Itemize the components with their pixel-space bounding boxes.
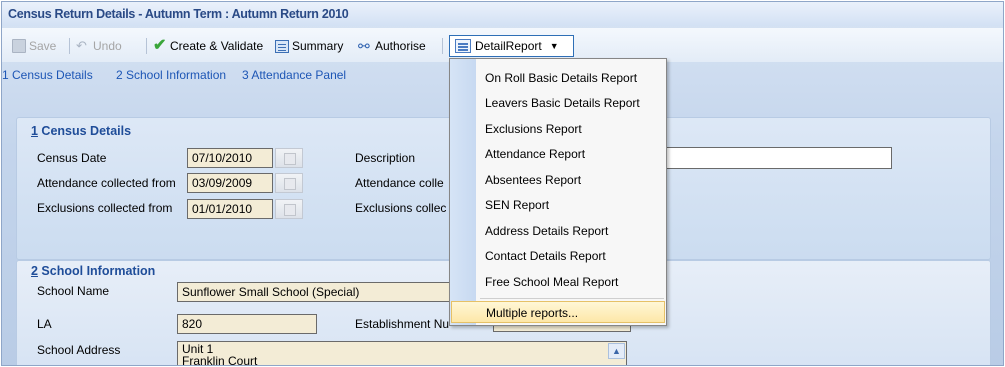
summary-icon: [275, 39, 289, 53]
description-label: Description: [355, 151, 416, 165]
save-icon: [12, 39, 26, 53]
authorise-label: Authorise: [375, 39, 426, 53]
census-date-label: Census Date: [37, 151, 107, 165]
menu-separator: [480, 298, 664, 299]
detail-report-button[interactable]: DetailReport ▼: [449, 35, 574, 57]
menu-item-attendance-report[interactable]: Attendance Report: [476, 143, 666, 165]
calendar-icon[interactable]: [275, 148, 303, 168]
calendar-icon[interactable]: [275, 199, 303, 219]
menu-item-multiple-reports[interactable]: Multiple reports...: [451, 301, 665, 323]
exclusions-from-field[interactable]: 01/01/2010: [187, 199, 273, 219]
school-name-label: School Name: [37, 284, 110, 298]
la-field[interactable]: 820: [177, 314, 317, 334]
census-details-heading-text: Census Details: [37, 124, 132, 138]
description-field[interactable]: [657, 147, 892, 169]
menu-item-address-details-report[interactable]: Address Details Report: [476, 220, 666, 242]
save-label: Save: [29, 39, 57, 53]
menu-item-absentees-report[interactable]: Absentees Report: [476, 169, 666, 191]
summary-label: Summary: [292, 39, 344, 53]
nav-link-school-information[interactable]: 2 School Information: [116, 68, 226, 82]
menu-item-sen-report[interactable]: SEN Report: [476, 194, 666, 216]
toolbar-separator: [69, 38, 70, 54]
toolbar-separator: [442, 38, 443, 54]
menu-item-leavers-basic-details-report[interactable]: Leavers Basic Details Report: [476, 92, 666, 114]
check-icon: ✔: [153, 37, 167, 54]
menu-icon-gutter: [450, 59, 476, 325]
menu-item-exclusions-report[interactable]: Exclusions Report: [476, 118, 666, 140]
undo-button[interactable]: ↶ Undo: [76, 37, 122, 55]
exclusions-from-label: Exclusions collected from: [37, 201, 173, 215]
census-return-window: Census Return Details - Autumn Term : Au…: [1, 1, 1004, 366]
calendar-icon[interactable]: [275, 173, 303, 193]
toolbar-separator: [146, 38, 147, 54]
list-icon: [455, 39, 471, 53]
summary-button[interactable]: Summary: [275, 37, 343, 55]
authorise-icon: ⚯: [358, 38, 370, 54]
school-information-heading: 2 School Information: [31, 264, 155, 278]
window-title: Census Return Details - Autumn Term : Au…: [2, 2, 1003, 26]
school-name-field[interactable]: Sunflower Small School (Special): [177, 282, 452, 302]
la-label: LA: [37, 317, 52, 331]
census-details-heading: 1 Census Details: [31, 124, 131, 138]
establishment-number-label: Establishment Nu: [355, 317, 450, 331]
census-details-heading-number: 1: [31, 124, 38, 138]
detail-report-label: DetailReport: [475, 39, 542, 53]
menu-item-free-school-meal-report[interactable]: Free School Meal Report: [476, 271, 666, 293]
address-line: Franklin Court: [182, 354, 258, 366]
save-button[interactable]: Save: [12, 37, 56, 55]
census-date-field[interactable]: 07/10/2010: [187, 148, 273, 168]
authorise-button[interactable]: ⚯ Authorise: [358, 37, 426, 55]
undo-icon: ↶: [76, 38, 87, 53]
create-validate-label: Create & Validate: [170, 39, 264, 53]
menu-item-contact-details-report[interactable]: Contact Details Report: [476, 245, 666, 267]
toolbar: Save ↶ Undo ✔ Create & Validate Summary …: [2, 28, 1003, 62]
attendance-from-label: Attendance collected from: [37, 176, 176, 190]
attendance-from-field[interactable]: 03/09/2009: [187, 173, 273, 193]
attendance-to-label: Attendance colle: [355, 176, 444, 190]
chevron-down-icon: ▼: [549, 41, 559, 51]
nav-link-attendance-panel[interactable]: 3 Attendance Panel: [242, 68, 346, 82]
school-address-field[interactable]: Unit 1 Franklin Court ▲: [177, 341, 627, 366]
school-address-label: School Address: [37, 343, 121, 357]
exclusions-to-label: Exclusions collec: [355, 201, 447, 215]
menu-item-on-roll-basic-details-report[interactable]: On Roll Basic Details Report: [476, 67, 666, 89]
scroll-up-icon[interactable]: ▲: [608, 343, 625, 359]
detail-report-menu: On Roll Basic Details Report Leavers Bas…: [449, 58, 667, 326]
school-information-heading-text: School Information: [37, 264, 156, 278]
create-validate-button[interactable]: ✔ Create & Validate: [153, 37, 263, 55]
school-information-heading-number: 2: [31, 264, 38, 278]
undo-label: Undo: [93, 39, 122, 53]
nav-link-census-details[interactable]: 1 Census Details: [2, 68, 93, 82]
